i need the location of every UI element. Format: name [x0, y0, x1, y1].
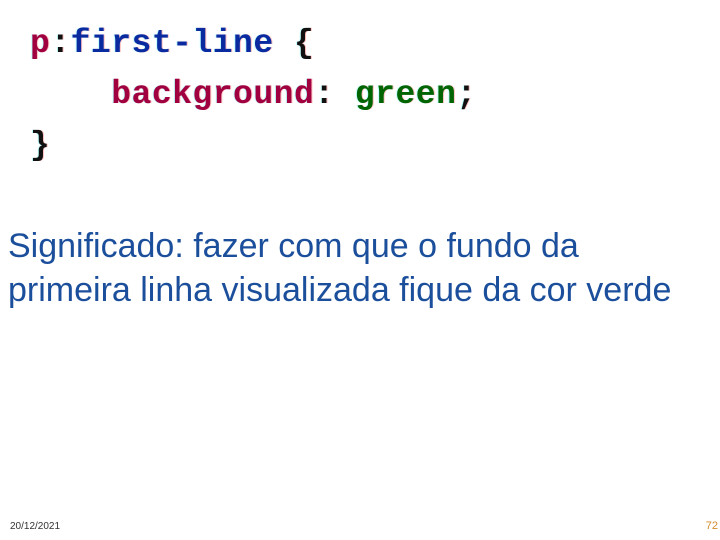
code-indent [30, 76, 111, 113]
code-block: p:first-line { background: green; } [30, 18, 477, 171]
code-colon: : [50, 25, 70, 62]
code-line-3: } [30, 120, 477, 171]
code-property: background [111, 76, 314, 113]
slide: p:first-line { background: green; } Sign… [0, 0, 720, 540]
footer-page-number: 72 [706, 520, 718, 532]
code-brace-open: { [274, 25, 315, 62]
code-semicolon: ; [456, 76, 476, 113]
footer-date: 20/12/2021 [10, 521, 60, 532]
code-selector: p [30, 25, 50, 62]
explanation-text: Significado: fazer com que o fundo da pr… [8, 225, 680, 312]
code-brace-close: } [30, 127, 50, 164]
code-pseudo: first-line [71, 25, 274, 62]
code-line-2: background: green; [30, 69, 477, 120]
code-prop-colon: : [314, 76, 355, 113]
code-value: green [355, 76, 457, 113]
code-line-1: p:first-line { [30, 18, 477, 69]
